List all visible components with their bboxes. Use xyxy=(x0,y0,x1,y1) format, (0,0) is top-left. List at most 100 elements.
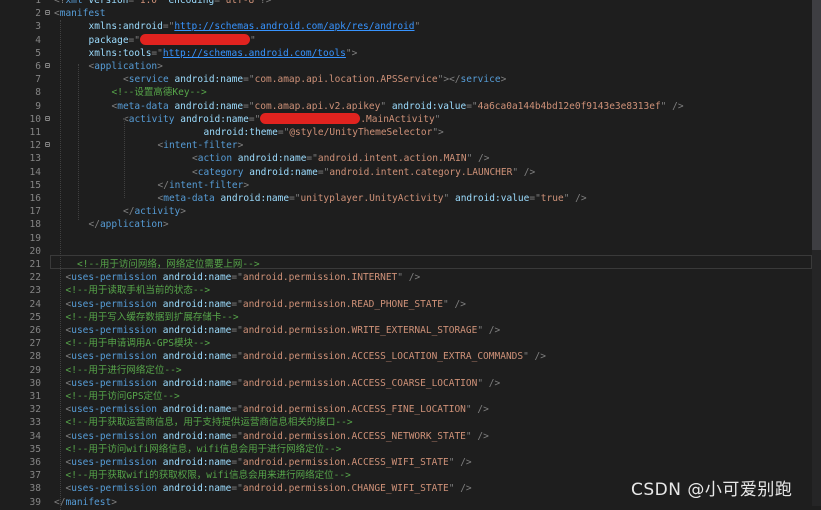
line-number: 7 xyxy=(35,74,41,86)
code-line[interactable]: </application> xyxy=(89,218,169,231)
code-line[interactable]: <uses-permission android:name="android.p… xyxy=(66,271,421,284)
code-line[interactable]: <uses-permission android:name="android.p… xyxy=(66,377,501,390)
line-number: 9 xyxy=(35,100,41,112)
line-number: 5 xyxy=(35,47,41,59)
code-token-tag: activity xyxy=(134,206,181,218)
code-line[interactable]: <!--设置高德Key--> xyxy=(112,86,207,99)
code-line[interactable]: android:theme="@style/UnityThemeSelector… xyxy=(204,126,444,139)
code-token-p: > xyxy=(180,206,186,218)
fold-toggle-icon[interactable]: ⊟ xyxy=(45,9,53,17)
code-token-p: " /> xyxy=(397,272,421,284)
code-token-com: <!--用于访问wifi网络信息，wifi信息会用于进行网络定位--> xyxy=(65,443,342,455)
code-token-str: "1.0" xyxy=(134,0,163,6)
code-line[interactable]: xmlns:tools="http://schemas.android.com/… xyxy=(89,47,358,60)
code-token-p: " xyxy=(250,34,256,46)
code-line[interactable]: <uses-permission android:name="android.p… xyxy=(66,482,472,495)
code-token-tag: uses-permission xyxy=(71,377,158,389)
code-token-p: " xyxy=(414,21,421,33)
code-token-p: </ xyxy=(123,206,135,218)
line-number: 37 xyxy=(29,470,41,482)
code-token-p: " xyxy=(434,113,441,125)
code-line[interactable]: </activity> xyxy=(123,205,186,218)
code-line[interactable]: <!--用于获取运营商信息，用于支持提供运营商信息相关的接口--> xyxy=(66,416,353,429)
code-line[interactable]: <!--用于获取wifi的获取权限，wifi信息会用来进行网络定位--> xyxy=(66,469,351,482)
code-token-tag: uses-permission xyxy=(71,483,158,495)
code-line[interactable]: <!--用于访问GPS定位--> xyxy=(66,390,180,403)
code-token-p: =" xyxy=(231,377,243,389)
code-token-p: =" xyxy=(231,430,243,442)
code-token-com: <!--用于获取wifi的获取权限，wifi信息会用来进行网络定位--> xyxy=(65,470,351,482)
code-token-p: =" xyxy=(243,100,255,112)
code-token-tag: application xyxy=(94,61,158,72)
code-line[interactable]: </intent-filter> xyxy=(158,179,250,192)
code-token-attr: android:name xyxy=(243,166,318,178)
code-line[interactable]: <uses-permission android:name="android.p… xyxy=(66,324,501,337)
code-token-str: com.amap.api.location.APSService xyxy=(254,74,438,86)
code-line[interactable]: package=" " xyxy=(89,33,256,47)
line-number: 35 xyxy=(29,443,41,455)
code-line[interactable]: <uses-permission android:name="android.p… xyxy=(66,403,489,416)
code-token-tag: activity xyxy=(128,113,175,125)
code-token-tag: intent-filter xyxy=(163,140,238,152)
vertical-scrollbar[interactable] xyxy=(812,0,821,506)
code-token-str: 4a6ca0a144b4bd12e0f9143e3e8313ef xyxy=(477,100,661,112)
code-token-p: =" xyxy=(231,457,243,468)
line-number: 2 xyxy=(35,8,41,20)
code-token-com: <!--用于获取运营商信息，用于支持提供运营商信息相关的接口--> xyxy=(65,417,353,429)
code-token-p: =" xyxy=(231,404,243,416)
code-token-p: =" xyxy=(306,153,318,165)
line-number: 3 xyxy=(35,21,41,33)
code-line[interactable]: <application> xyxy=(89,60,163,73)
scrollbar-thumb[interactable] xyxy=(812,0,821,250)
code-line[interactable]: <!--用于申请调用A-GPS模块--> xyxy=(66,337,211,350)
code-line[interactable]: <!--用于进行网络定位--> xyxy=(66,364,182,377)
code-token-p: =" xyxy=(151,47,163,59)
code-line[interactable]: <!--用于读取手机当前的状态--> xyxy=(66,284,211,297)
code-line[interactable]: <uses-permission android:name="android.p… xyxy=(66,350,547,363)
code-line[interactable]: <manifest xyxy=(54,7,106,20)
code-line[interactable]: <activity android:name=" .MainActivity" xyxy=(123,112,441,126)
code-line[interactable]: <intent-filter> xyxy=(158,139,244,152)
code-token-p: " /> xyxy=(660,100,684,112)
line-number: 8 xyxy=(35,87,41,99)
code-line[interactable]: <uses-permission android:name="android.p… xyxy=(66,456,472,469)
code-editor[interactable]: 1 2 3 4 5 6 7 8 9 10 11 12 13 14 15 16 17 18 19 20 21 22 23 24 2… xyxy=(0,0,821,510)
code-line[interactable]: <!--用于访问wifi网络信息，wifi信息会用于进行网络定位--> xyxy=(66,443,342,456)
code-line[interactable]: </manifest> xyxy=(54,496,117,509)
code-line[interactable]: <uses-permission android:name="android.p… xyxy=(66,298,466,311)
code-token-com: <!--用于读取手机当前的状态--> xyxy=(65,285,211,297)
code-token-attr: version xyxy=(82,0,129,6)
fold-toggle-icon[interactable]: ⊟ xyxy=(45,114,53,123)
code-token-tag: application xyxy=(99,219,163,231)
code-token-p: =" xyxy=(529,193,541,204)
line-number: 12 xyxy=(29,140,41,152)
code-line[interactable]: <meta-data android:name="com.amap.api.v2… xyxy=(112,100,684,113)
code-line[interactable]: <category android:name="android.intent.c… xyxy=(192,166,535,179)
code-line[interactable]: <meta-data android:name="unityplayer.Uni… xyxy=(158,192,587,205)
code-line[interactable]: <!--用于写入缓存数据到扩展存储卡--> xyxy=(66,311,239,324)
code-token-tag: action xyxy=(197,153,233,165)
line-number: 13 xyxy=(29,153,41,165)
code-line[interactable]: <service android:name="com.amap.api.loca… xyxy=(123,73,506,86)
line-number: 6 xyxy=(35,61,41,72)
code-token-tag: meta-data xyxy=(117,100,169,112)
fold-toggle-icon[interactable]: ⊟ xyxy=(45,62,53,70)
code-token-p: =" xyxy=(231,351,243,363)
code-token-com: <!--用于申请调用A-GPS模块--> xyxy=(65,338,211,350)
code-token-str: android.permission.READ_PHONE_STATE xyxy=(242,298,444,310)
fold-toggle-icon[interactable]: ⊟ xyxy=(45,141,53,149)
code-line[interactable]: <action android:name="android.intent.act… xyxy=(192,152,489,165)
code-line[interactable]: <!--用于访问网络，网络定位需要上网--> xyxy=(77,258,260,271)
code-token-p: ?> xyxy=(260,0,272,6)
line-number: 39 xyxy=(29,496,41,508)
line-number-gutter: 1 2 3 4 5 6 7 8 9 10 11 12 13 14 15 16 17 18 19 20 21 22 23 24 2… xyxy=(0,0,44,508)
code-token-str: android.intent.action.MAIN xyxy=(317,153,467,165)
csdn-watermark: CSDN @小可爱别跑 xyxy=(631,480,793,500)
line-number: 20 xyxy=(29,245,41,257)
code-line[interactable]: <?xml version="1.0" encoding="utf-8"?> xyxy=(54,0,271,7)
code-line[interactable]: <uses-permission android:name="android.p… xyxy=(66,430,489,443)
line-number: 16 xyxy=(29,193,41,204)
code-token-p: =" xyxy=(231,272,243,284)
code-line[interactable]: xmlns:android="http://schemas.android.co… xyxy=(89,20,421,33)
code-token-str: @style/UnityThemeSelector xyxy=(289,127,433,138)
